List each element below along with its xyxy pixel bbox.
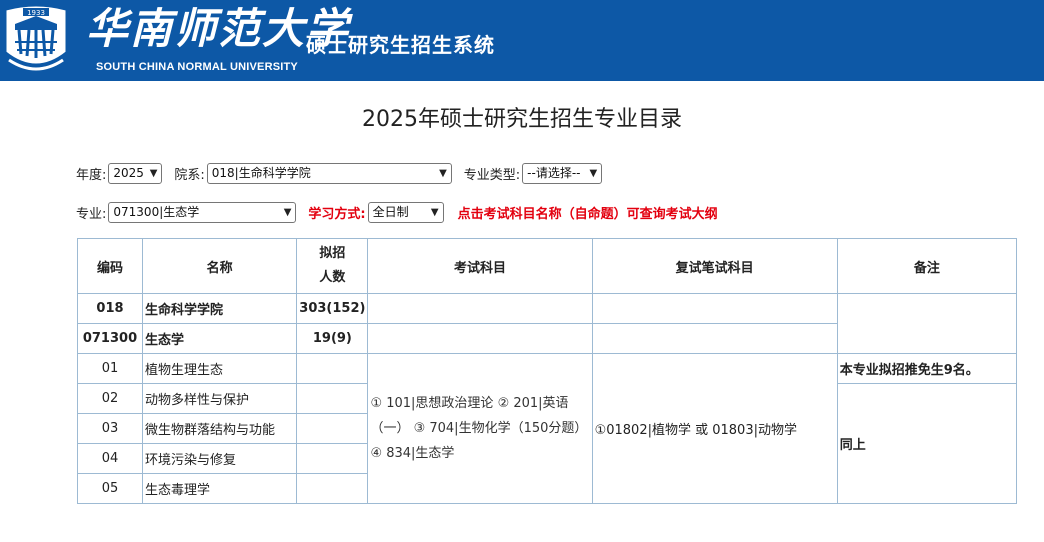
exam-subjects: ① 101|思想政治理论 ② 201|英语（一） ③ 704|生物化学（150分… (367, 353, 593, 504)
major-type-select-value: --请选择-- (527, 165, 581, 180)
major-count: 19(9) (296, 323, 369, 354)
header-banner: 1933 华南师范大学 硕士研究生招生系统 SOUTH CHINA NORMAL… (0, 0, 1044, 81)
direction-code: 01 (77, 353, 143, 384)
page-title: 2025年硕士研究生招生专业目录 (362, 107, 682, 132)
study-mode-label: 学习方式: (308, 206, 366, 222)
system-name: 硕士研究生招生系统 (306, 33, 495, 57)
dept-row: 018 生命科学学院 303(152) (77, 293, 1018, 354)
header-plan-count: 拟招 人数 (296, 238, 369, 294)
direction-name: 生态毒理学 (141, 473, 298, 504)
direction-code: 04 (77, 443, 143, 474)
major-type-select[interactable]: --请选择-- ▼ (522, 162, 603, 184)
dept-label: 院系: (174, 167, 205, 183)
catalog-table: 编码 名称 拟招 人数 考试科目 复试笔试科目 备注 018 生命科学学院 30… (77, 238, 1018, 504)
syllabus-tip: 点击考试科目名称（自命题）可查询考试大纲 (457, 206, 718, 222)
chevron-down-icon: ▼ (149, 167, 158, 179)
dept-name: 生命科学学院 (141, 293, 298, 324)
direction-name: 环境污染与修复 (141, 443, 298, 474)
direction-count (296, 383, 369, 414)
year-select[interactable]: 2025 ▼ (108, 162, 163, 184)
major-select[interactable]: 071300|生态学 ▼ (108, 201, 297, 223)
study-mode-select-value: 全日制 (372, 204, 409, 219)
header-note: 备注 (836, 238, 1018, 294)
dept-note-cell (836, 293, 1018, 354)
direction-count (296, 413, 369, 444)
direction-code: 02 (77, 383, 143, 414)
major-retest-cell (591, 323, 838, 354)
direction-count (296, 443, 369, 474)
dept-retest-cell (591, 293, 838, 324)
study-mode-select[interactable]: 全日制 ▼ (367, 201, 444, 223)
chevron-down-icon: ▼ (430, 206, 439, 218)
dept-count: 303(152) (296, 293, 369, 324)
major-name: 生态学 (141, 323, 298, 354)
major-select-value: 071300|生态学 (113, 204, 200, 219)
year-label: 年度: (76, 167, 107, 183)
retest-subjects: ①01802|植物学 或 01803|动物学 (591, 353, 838, 504)
year-select-value: 2025 (113, 165, 144, 180)
school-name-english: SOUTH CHINA NORMAL UNIVERSITY (96, 61, 298, 73)
table-row: 01 植物生理生态 ① 101|思想政治理论 ② 201|英语（一） ③ 704… (77, 353, 1018, 504)
direction-name: 微生物群落结构与功能 (141, 413, 298, 444)
exam-subjects-link[interactable]: ① 101|思想政治理论 ② 201|英语（一） ③ 704|生物化学（150分… (370, 396, 587, 461)
direction-code: 05 (77, 473, 143, 504)
chevron-down-icon: ▼ (439, 167, 447, 179)
direction-code: 03 (77, 413, 143, 444)
direction-count (296, 353, 369, 384)
logo-year: 1933 (27, 9, 45, 17)
header-code: 编码 (77, 238, 143, 294)
note-cell: 同上 (836, 383, 1018, 504)
dept-select-value: 018|生命科学学院 (211, 165, 311, 180)
major-label: 专业: (76, 206, 107, 222)
header-exam: 考试科目 (367, 238, 593, 294)
major-type-label: 专业类型: (463, 167, 521, 183)
direction-count (296, 473, 369, 504)
university-logo-icon: 1933 (5, 5, 67, 71)
header-retest: 复试笔试科目 (591, 238, 838, 294)
dept-exam-cell (367, 293, 593, 324)
direction-name: 动物多样性与保护 (141, 383, 298, 414)
table-header-row: 编码 名称 拟招 人数 考试科目 复试笔试科目 备注 (77, 238, 1018, 294)
chevron-down-icon: ▼ (589, 167, 598, 179)
filter-row-2: 专业: 071300|生态学 ▼ 学习方式: 全日制 ▼ 点击考试科目名称（自命… (76, 200, 718, 224)
major-code: 071300 (77, 323, 143, 354)
dept-select[interactable]: 018|生命科学学院 ▼ (206, 162, 452, 184)
dept-code: 018 (77, 293, 143, 324)
header-name: 名称 (141, 238, 298, 294)
filter-row-1: 年度: 2025 ▼ 院系: 018|生命科学学院 ▼ 专业类型: --请选择-… (76, 161, 603, 185)
direction-name: 植物生理生态 (141, 353, 298, 384)
major-exam-cell (367, 323, 593, 354)
note-cell: 本专业拟招推免生9名。 (836, 353, 1018, 384)
header-plan-line-2: 人数 (319, 270, 346, 285)
chevron-down-icon: ▼ (283, 206, 292, 218)
header-plan-line-1: 拟招 (319, 246, 346, 261)
